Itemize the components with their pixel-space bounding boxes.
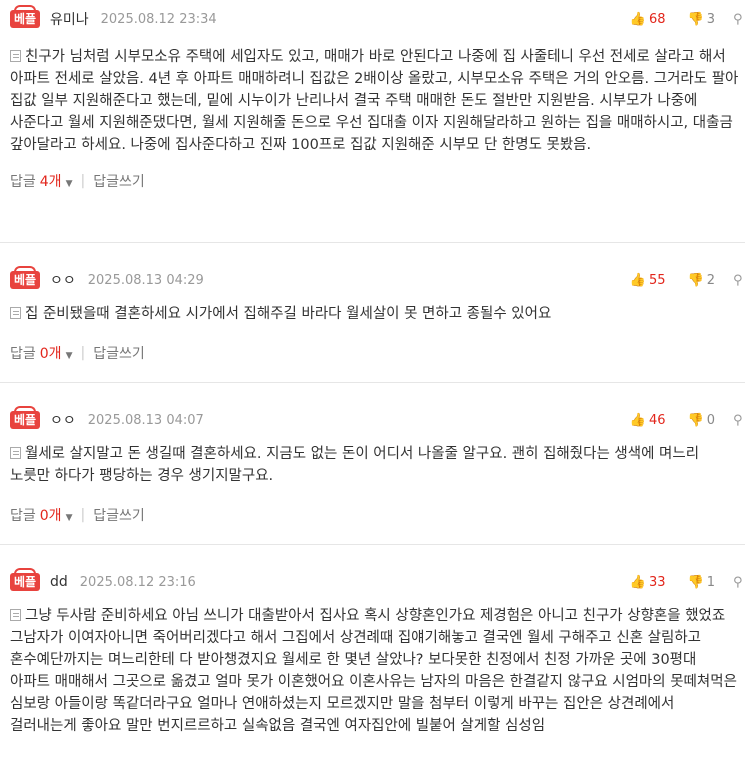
comment-header: 베플 유미나 2025.08.12 23:34 👍 68 👎 3 ⚲ xyxy=(10,5,745,30)
thumbs-down-icon: 👎 xyxy=(687,574,704,590)
comment-item: 베플 ㅇㅇ 2025.08.13 04:29 👍 55 👎 2 ⚲ 집 준비됐을때 … xyxy=(0,242,745,382)
downvote-count: 2 xyxy=(706,272,715,288)
thumbs-up-icon: 👍 xyxy=(629,412,646,428)
downvote-button[interactable]: 👎 3 xyxy=(688,12,715,27)
document-icon xyxy=(10,609,21,621)
vote-stats: 👍 33 👎 1 ⚲ xyxy=(630,571,745,593)
upvote-button[interactable]: 👍 33 xyxy=(630,575,666,590)
downvote-button[interactable]: 👎 1 xyxy=(688,575,715,590)
reply-label: 답글 xyxy=(10,346,36,362)
more-options-icon[interactable]: ⚲ xyxy=(733,12,745,27)
thumbs-down-icon: 👎 xyxy=(687,272,704,288)
reply-label: 답글 xyxy=(10,508,36,524)
comment-date: 2025.08.12 23:34 xyxy=(100,11,217,27)
divider: | xyxy=(80,345,86,361)
reply-count: 4개 xyxy=(39,174,62,190)
comment-text: 집 준비됐을때 결혼하세요 시가에서 집해주길 바라다 월세살이 못 면하고 종… xyxy=(25,306,552,322)
comment-body: 친구가 님처럼 시부모소유 주택에 세입자도 있고, 매매가 바로 안된다고 나… xyxy=(10,46,745,156)
reply-toggle[interactable]: 답글 4개 ▼ xyxy=(10,171,72,191)
comment-footer: 답글 4개 ▼ | 답글쓰기 xyxy=(10,171,745,191)
comment-header: 베플 ㅇㅇ 2025.08.13 04:07 👍 46 👎 0 ⚲ xyxy=(10,406,745,431)
best-badge: 베플 xyxy=(10,568,40,591)
best-badge: 베플 xyxy=(10,5,40,28)
upvote-count: 68 xyxy=(648,11,666,27)
comment-body: 집 준비됐을때 결혼하세요 시가에서 집해주길 바라다 월세살이 못 면하고 종… xyxy=(10,303,745,325)
comment-author[interactable]: ㅇㅇ xyxy=(50,270,76,290)
caret-down-icon: ▼ xyxy=(65,351,73,361)
document-icon xyxy=(10,50,21,62)
reply-toggle[interactable]: 답글 0개 ▼ xyxy=(10,505,72,525)
reply-count: 0개 xyxy=(39,346,62,362)
comment-text: 그냥 두사람 준비하세요 아님 쓰니가 대출받아서 집사요 혹시 상향혼인가요 … xyxy=(10,608,737,734)
downvote-count: 1 xyxy=(706,574,715,590)
best-badge: 베플 xyxy=(10,406,40,429)
comment-date: 2025.08.13 04:07 xyxy=(87,412,204,428)
thumbs-down-icon: 👎 xyxy=(687,11,704,27)
vote-stats: 👍 55 👎 2 ⚲ xyxy=(630,269,745,291)
comment-item: 베플 ㅇㅇ 2025.08.13 04:07 👍 46 👎 0 ⚲ 월세로 살지말고… xyxy=(0,382,745,544)
comment-body: 월세로 살지말고 돈 생길때 결혼하세요. 지금도 없는 돈이 어디서 나올줄 … xyxy=(10,443,745,487)
reply-toggle[interactable]: 답글 0개 ▼ xyxy=(10,343,72,363)
more-options-icon[interactable]: ⚲ xyxy=(733,273,745,288)
comment-header: 베플 dd 2025.08.12 23:16 👍 33 👎 1 ⚲ xyxy=(10,568,745,593)
downvote-count: 0 xyxy=(706,412,715,428)
divider: | xyxy=(80,507,86,523)
upvote-button[interactable]: 👍 68 xyxy=(630,12,666,27)
thumbs-down-icon: 👎 xyxy=(687,412,704,428)
upvote-count: 46 xyxy=(648,412,666,428)
comment-author[interactable]: ㅇㅇ xyxy=(50,410,76,430)
vote-stats: 👍 46 👎 0 ⚲ xyxy=(630,409,745,431)
comment-item: 베플 유미나 2025.08.12 23:34 👍 68 👎 3 ⚲ 친구가 님처럼… xyxy=(0,0,745,242)
comment-date: 2025.08.13 04:29 xyxy=(87,272,204,288)
downvote-count: 3 xyxy=(706,11,715,27)
caret-down-icon: ▼ xyxy=(65,513,73,523)
caret-down-icon: ▼ xyxy=(65,179,73,189)
write-reply-button[interactable]: 답글쓰기 xyxy=(93,343,145,363)
comment-text: 월세로 살지말고 돈 생길때 결혼하세요. 지금도 없는 돈이 어디서 나올줄 … xyxy=(10,446,700,484)
upvote-button[interactable]: 👍 55 xyxy=(630,273,666,288)
comment-footer: 답글 0개 ▼ | 답글쓰기 xyxy=(10,505,745,525)
reply-label: 답글 xyxy=(10,174,36,190)
best-badge: 베플 xyxy=(10,266,40,289)
thumbs-up-icon: 👍 xyxy=(629,11,646,27)
downvote-button[interactable]: 👎 0 xyxy=(688,413,715,428)
upvote-button[interactable]: 👍 46 xyxy=(630,413,666,428)
divider: | xyxy=(80,173,86,189)
vote-stats: 👍 68 👎 3 ⚲ xyxy=(630,8,745,30)
comment-date: 2025.08.12 23:16 xyxy=(79,574,196,590)
more-options-icon[interactable]: ⚲ xyxy=(733,413,745,428)
write-reply-button[interactable]: 답글쓰기 xyxy=(93,505,145,525)
comment-item: 베플 dd 2025.08.12 23:16 👍 33 👎 1 ⚲ 그냥 두사람 준… xyxy=(0,544,745,762)
comment-footer: 답글 0개 ▼ | 답글쓰기 xyxy=(10,343,745,363)
comment-author[interactable]: dd xyxy=(50,574,68,590)
comment-author[interactable]: 유미나 xyxy=(50,9,89,29)
document-icon xyxy=(10,307,21,319)
more-options-icon[interactable]: ⚲ xyxy=(733,575,745,590)
comment-text: 친구가 님처럼 시부모소유 주택에 세입자도 있고, 매매가 바로 안된다고 나… xyxy=(10,49,739,153)
comment-body: 그냥 두사람 준비하세요 아님 쓰니가 대출받아서 집사요 혹시 상향혼인가요 … xyxy=(10,605,745,737)
upvote-count: 33 xyxy=(648,574,666,590)
reply-count: 0개 xyxy=(39,508,62,524)
thumbs-up-icon: 👍 xyxy=(629,574,646,590)
thumbs-up-icon: 👍 xyxy=(629,272,646,288)
upvote-count: 55 xyxy=(648,272,666,288)
write-reply-button[interactable]: 답글쓰기 xyxy=(93,171,145,191)
comment-header: 베플 ㅇㅇ 2025.08.13 04:29 👍 55 👎 2 ⚲ xyxy=(10,266,745,291)
document-icon xyxy=(10,447,21,459)
downvote-button[interactable]: 👎 2 xyxy=(688,273,715,288)
